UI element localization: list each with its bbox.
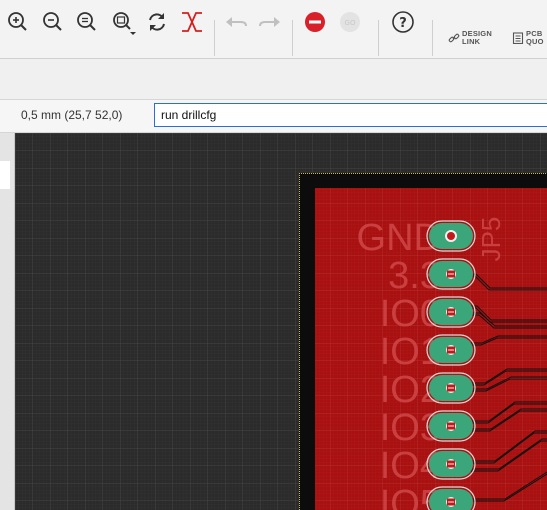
refresh-icon[interactable]: [142, 7, 172, 37]
help-icon[interactable]: ?: [388, 7, 418, 37]
coordinate-readout: 0,5 mm (25,7 52,0): [21, 108, 123, 122]
command-input[interactable]: [154, 103, 547, 127]
zoom-fit-icon[interactable]: [72, 7, 102, 37]
undo-icon[interactable]: [221, 7, 251, 37]
design-link-label: DESIGN LINK: [462, 29, 492, 46]
pin-label: GND: [357, 217, 441, 259]
zoom-out-icon[interactable]: [38, 7, 68, 37]
stop-icon[interactable]: [300, 7, 330, 37]
redo-icon[interactable]: [255, 7, 285, 37]
command-bar: 0,5 mm (25,7 52,0): [0, 100, 547, 133]
svg-text:GO: GO: [345, 19, 356, 27]
main-toolbar: GO ? DESIGN LINK PCB QUO: [0, 0, 547, 59]
left-panel-tab[interactable]: [0, 161, 10, 189]
quote-doc-icon: [512, 32, 524, 44]
left-panel: [0, 133, 15, 510]
svg-text:?: ?: [399, 16, 407, 31]
part-label: JP5: [476, 217, 506, 262]
pcb-quote-label: PCB QUO: [526, 29, 544, 46]
go-icon[interactable]: GO: [335, 7, 365, 37]
board-canvas[interactable]: GND 3.3 IO0 IO1 IO2 IO3 IO4 IO5 JP5: [15, 133, 547, 510]
zoom-in-icon[interactable]: [3, 7, 33, 37]
ratsnest-icon[interactable]: [177, 7, 207, 37]
link-icon: [448, 33, 460, 43]
design-link-button[interactable]: DESIGN LINK: [448, 30, 500, 50]
zoom-select-icon[interactable]: [108, 7, 138, 37]
pcb-quote-button[interactable]: PCB QUO: [512, 30, 547, 50]
secondary-toolbar: [0, 59, 547, 100]
